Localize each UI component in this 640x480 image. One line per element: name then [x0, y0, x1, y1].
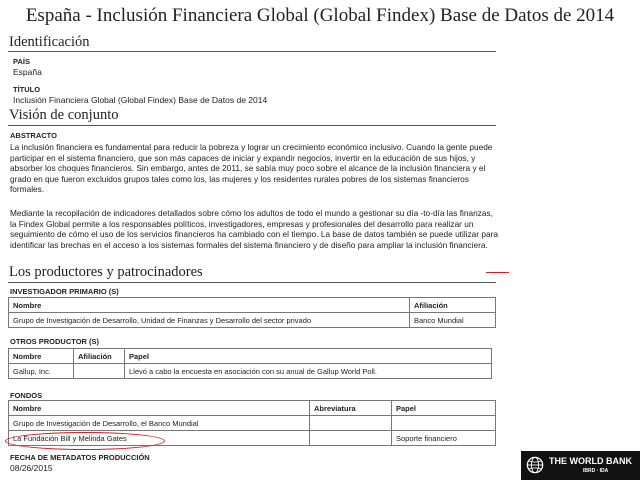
table-header-row: Nombre Abreviatura Papel: [8, 400, 496, 416]
otros-label: OTROS PRODUCTOR (S): [10, 337, 100, 346]
section-divider: [8, 125, 496, 126]
globe-icon: [526, 456, 544, 474]
table-cell: Grupo de Investigación de Desarrollo, Un…: [8, 312, 410, 328]
table-row: Grupo de Investigación de Desarrollo, Un…: [8, 312, 496, 328]
section-heading-vision: Visión de conjunto: [9, 107, 119, 123]
section-heading-productores: Los productores y patrocinadores: [9, 264, 203, 280]
titulo-value: Inclusión Financiera Global (Global Find…: [13, 95, 268, 105]
abstracto-label: ABSTRACTO: [10, 131, 57, 140]
page-title: España - Inclusión Financiera Global (Gl…: [25, 5, 615, 26]
section-divider: [8, 282, 496, 283]
column-header: Afiliación: [409, 297, 496, 313]
table-row: Gallup, Inc. Llevó a cabo la encuesta en…: [8, 363, 492, 379]
table-cell: Banco Mundial: [409, 312, 496, 328]
table-header-row: Nombre Afiliación Papel: [8, 348, 492, 364]
fecha-label: FECHA DE METADATOS PRODUCCIÓN: [10, 453, 150, 462]
investigador-table: Nombre Afiliación Grupo de Investigación…: [8, 297, 496, 328]
titulo-label: TÍTULO: [13, 85, 41, 94]
column-header: Nombre: [8, 400, 310, 416]
column-header: Papel: [124, 348, 492, 364]
annotation-mark: [486, 272, 509, 273]
logo-subtitle: IBRD · IDA: [583, 468, 609, 474]
otros-table: Nombre Afiliación Papel Gallup, Inc. Lle…: [8, 348, 492, 379]
table-cell: Soporte financiero: [391, 430, 496, 446]
table-row: Grupo de Investigación de Desarrollo, el…: [8, 415, 496, 431]
table-cell: Grupo de Investigación de Desarrollo, el…: [8, 415, 310, 431]
abstract-paragraph-1: La inclusión financiera es fundamental p…: [10, 142, 493, 194]
table-cell: [309, 430, 392, 446]
column-header: Nombre: [8, 348, 74, 364]
table-cell: Llevó a cabo la encuesta en asociación c…: [124, 363, 492, 379]
pais-value: España: [13, 67, 42, 77]
table-cell: Gallup, Inc.: [8, 363, 74, 379]
column-header: Nombre: [8, 297, 410, 313]
abstract-paragraph-2: Mediante la recopilación de indicadores …: [10, 208, 498, 250]
table-header-row: Nombre Afiliación: [8, 297, 496, 313]
table-cell: [391, 415, 496, 431]
world-bank-logo: THE WORLD BANK IBRD · IDA: [521, 451, 640, 480]
fecha-value: 08/26/2015: [10, 463, 53, 473]
column-header: Afiliación: [73, 348, 125, 364]
highlight-circle: [5, 432, 165, 450]
logo-name: THE WORLD BANK: [549, 456, 632, 466]
column-header: Abreviatura: [309, 400, 392, 416]
section-heading-identificacion: Identificación: [9, 34, 90, 50]
column-header: Papel: [391, 400, 496, 416]
investigador-label: INVESTIGADOR PRIMARIO (S): [10, 287, 119, 296]
pais-label: PAÍS: [13, 57, 30, 66]
fondos-label: FONDOS: [10, 391, 43, 400]
section-divider: [8, 51, 496, 52]
table-cell: [73, 363, 125, 379]
table-cell: [309, 415, 392, 431]
